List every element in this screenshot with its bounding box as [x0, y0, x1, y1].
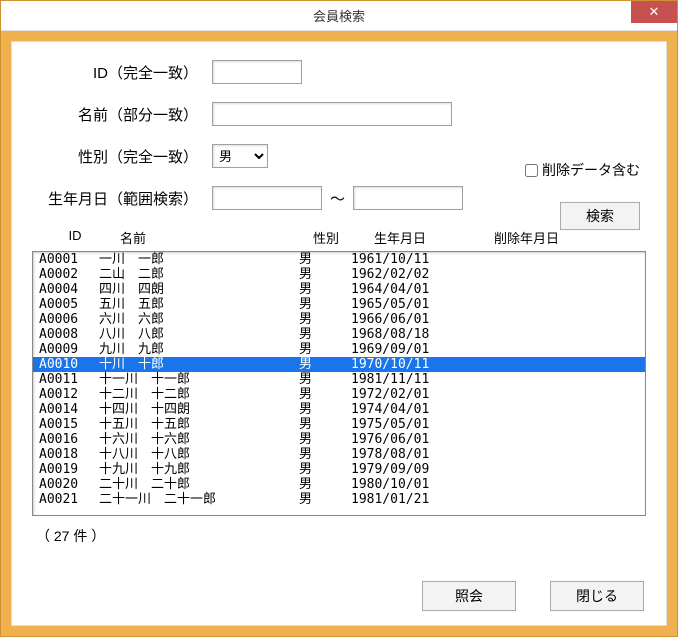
table-row[interactable]: A0004四川 四朗男1964/04/01 [33, 282, 645, 297]
birth-from-input[interactable] [212, 186, 322, 210]
header-name: 名前 [106, 228, 286, 247]
header-id: ID [44, 228, 106, 247]
row-id: ID（完全一致） [32, 60, 646, 84]
header-birth: 生年月日 [366, 228, 486, 247]
content-panel: ID（完全一致） 名前（部分一致） 性別（完全一致） 男 生年月日（範囲検索） … [11, 41, 667, 626]
table-row[interactable]: A0015十五川 十五郎男1975/05/01 [33, 417, 645, 432]
header-deleted: 削除年月日 [486, 228, 596, 247]
row-birth: 生年月日（範囲検索） ～ [32, 186, 646, 210]
header-gender: 性別 [286, 228, 366, 247]
table-row[interactable]: A0002二山 二郎男1962/02/02 [33, 267, 645, 282]
table-row[interactable]: A0009九川 九郎男1969/09/01 [33, 342, 645, 357]
search-button[interactable]: 検索 [560, 202, 640, 230]
table-row[interactable]: A0001一川 一郎男1961/10/11 [33, 252, 645, 267]
gender-label: 性別（完全一致） [32, 146, 212, 167]
table-row[interactable]: A0011十一川 十一郎男1981/11/11 [33, 372, 645, 387]
member-search-window: 会員検索 ✕ ID（完全一致） 名前（部分一致） 性別（完全一致） 男 生年月日… [0, 0, 678, 637]
bottom-buttons: 照会 閉じる [422, 581, 644, 611]
close-icon[interactable]: ✕ [631, 1, 677, 23]
name-label: 名前（部分一致） [32, 104, 212, 125]
table-row[interactable]: A0016十六川 十六郎男1976/06/01 [33, 432, 645, 447]
row-name: 名前（部分一致） [32, 102, 646, 126]
table-row[interactable]: A0019十九川 十九郎男1979/09/09 [33, 462, 645, 477]
table-row[interactable]: A0008八川 八郎男1968/08/18 [33, 327, 645, 342]
birth-to-input[interactable] [353, 186, 463, 210]
titlebar: 会員検索 ✕ [1, 1, 677, 31]
name-input[interactable] [212, 102, 452, 126]
table-row[interactable]: A0014十四川 十四朗男1974/04/01 [33, 402, 645, 417]
table-header: ID 名前 性別 生年月日 削除年月日 [32, 228, 646, 251]
table-row[interactable]: A0020二十川 二十郎男1980/10/01 [33, 477, 645, 492]
results-listbox[interactable]: A0001一川 一郎男1961/10/11A0002二山 二郎男1962/02/… [32, 251, 646, 516]
table-row[interactable]: A0012十二川 十二郎男1972/02/01 [33, 387, 645, 402]
id-label: ID（完全一致） [32, 62, 212, 83]
table-row[interactable]: A0018十八川 十八郎男1978/08/01 [33, 447, 645, 462]
results-table: ID 名前 性別 生年月日 削除年月日 A0001一川 一郎男1961/10/1… [32, 228, 646, 516]
birth-label: 生年月日（範囲検索） [32, 188, 212, 209]
id-input[interactable] [212, 60, 302, 84]
window-title: 会員検索 [313, 6, 365, 25]
table-row[interactable]: A0021二十一川 二十一郎男1981/01/21 [33, 492, 645, 507]
include-deleted-checkbox[interactable]: 削除データ含む [521, 160, 640, 180]
table-row[interactable]: A0006六川 六郎男1966/06/01 [33, 312, 645, 327]
lookup-button[interactable]: 照会 [422, 581, 516, 611]
table-row[interactable]: A0005五川 五郎男1965/05/01 [33, 297, 645, 312]
result-count: （ 27 件 ） [32, 526, 646, 546]
close-button[interactable]: 閉じる [550, 581, 644, 611]
table-row[interactable]: A0010十川 十郎男1970/10/11 [33, 357, 645, 372]
range-separator: ～ [330, 188, 345, 209]
include-deleted-input[interactable] [525, 164, 538, 177]
gender-select[interactable]: 男 [212, 144, 268, 168]
include-deleted-label: 削除データ含む [542, 160, 640, 180]
